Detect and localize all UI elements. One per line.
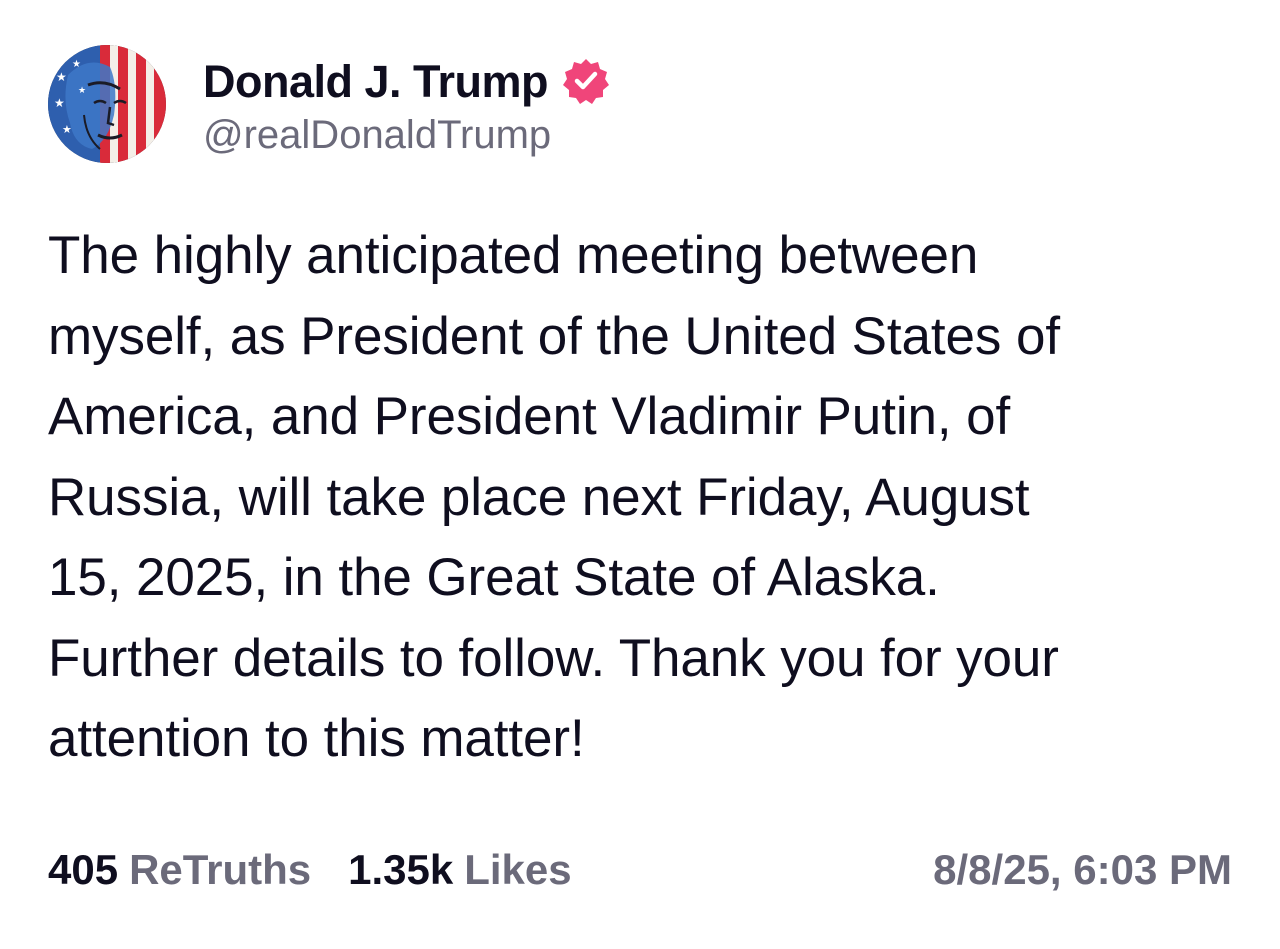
author-identity: Donald J. Trump @realDonaldTrump bbox=[203, 51, 610, 157]
svg-text:★: ★ bbox=[54, 96, 65, 110]
avatar[interactable]: ★ ★ ★ ★ ★ bbox=[48, 45, 166, 163]
post-footer: 405 ReTruths 1.35k Likes 8/8/25, 6:03 PM bbox=[48, 840, 1232, 900]
likes-stat[interactable]: 1.35k Likes bbox=[348, 846, 572, 894]
likes-label: Likes bbox=[464, 846, 572, 893]
name-row: Donald J. Trump bbox=[203, 51, 610, 111]
svg-text:★: ★ bbox=[72, 59, 81, 70]
post-header: ★ ★ ★ ★ ★ Donald J. Trump @realDonaldTru… bbox=[48, 45, 610, 163]
svg-text:★: ★ bbox=[78, 86, 86, 96]
author-handle[interactable]: @realDonaldTrump bbox=[203, 113, 610, 157]
display-name[interactable]: Donald J. Trump bbox=[203, 59, 549, 104]
truth-post: ★ ★ ★ ★ ★ Donald J. Trump @realDonaldTru… bbox=[0, 0, 1280, 949]
avatar-image: ★ ★ ★ ★ ★ bbox=[48, 45, 166, 163]
retruths-label: ReTruths bbox=[129, 846, 312, 893]
verified-badge-icon bbox=[562, 57, 610, 105]
post-text: The highly anticipated meeting between m… bbox=[48, 226, 1060, 768]
likes-count: 1.35k bbox=[348, 846, 454, 893]
retruths-count: 405 bbox=[48, 846, 119, 893]
svg-text:★: ★ bbox=[56, 70, 67, 84]
retruths-stat[interactable]: 405 ReTruths bbox=[48, 846, 311, 894]
svg-text:★: ★ bbox=[62, 123, 72, 136]
post-timestamp[interactable]: 8/8/25, 6:03 PM bbox=[933, 846, 1232, 894]
